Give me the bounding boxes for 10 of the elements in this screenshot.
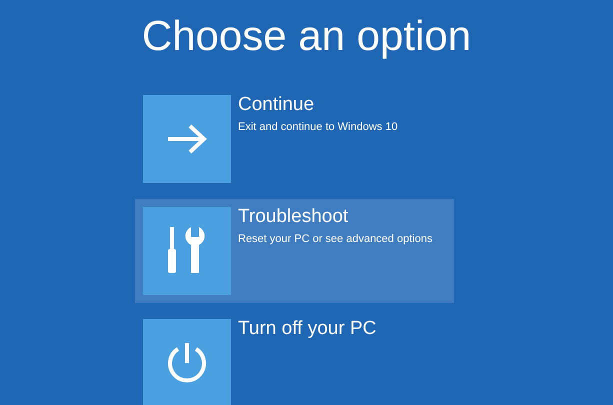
option-title: Troubleshoot — [238, 207, 350, 227]
option-tile[interactable]: Continue Exit and continue to Windows 10 — [135, 87, 454, 191]
arrow-icon — [165, 122, 209, 156]
option-tile[interactable]: Troubleshoot Reset your PC or see advanced options — [135, 199, 454, 303]
page-title: Choose an option — [140, 11, 472, 61]
option-title: Turn off your PC — [238, 319, 376, 339]
option-title: Continue — [238, 95, 316, 115]
option-tile[interactable]: Turn off your PC — [135, 311, 454, 405]
option-description: Exit and continue to Windows 10 — [238, 120, 398, 134]
option-description: Reset your PC or see advanced options — [238, 232, 432, 246]
